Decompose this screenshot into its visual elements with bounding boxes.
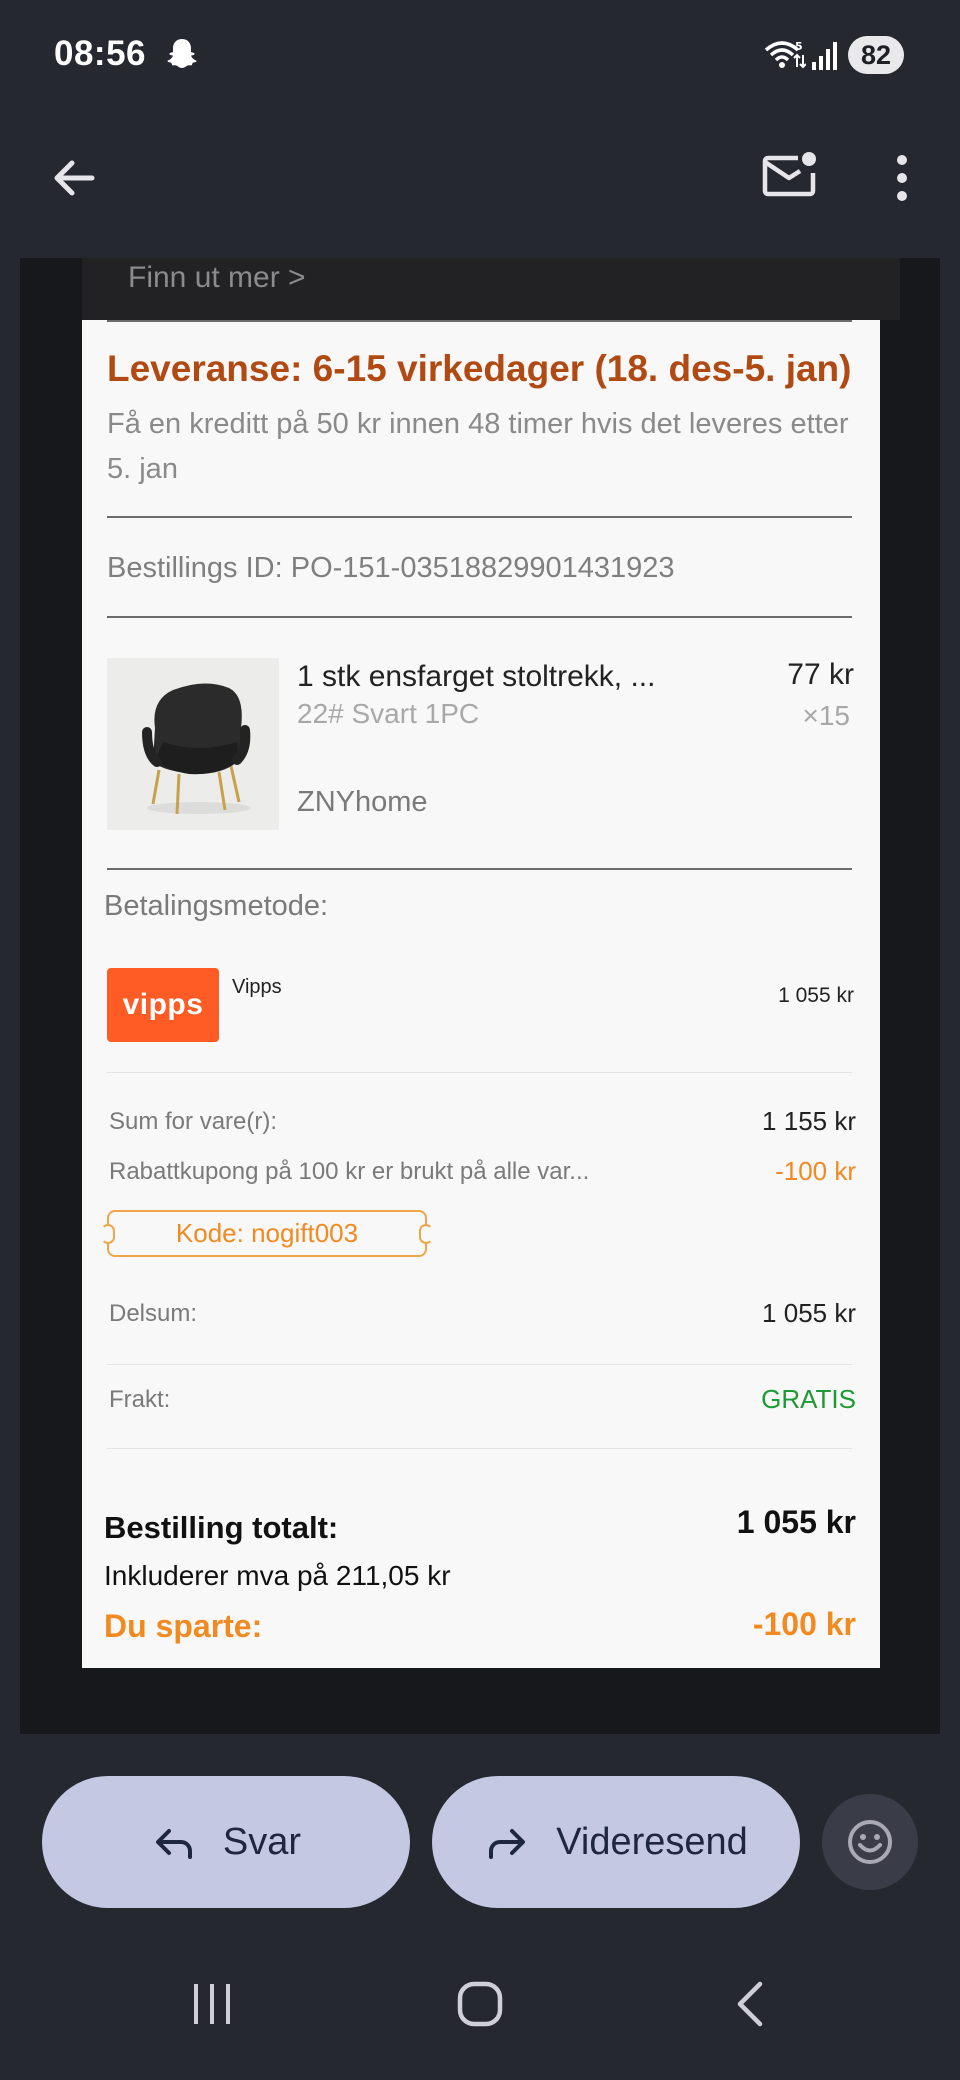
saved-value: -100 kr: [752, 1606, 856, 1642]
forward-label: Videresend: [556, 1820, 748, 1863]
items-sum-value: 1 155 kr: [762, 1106, 856, 1136]
email-body[interactable]: Finn ut mer > Leveranse: 6-15 virkedager…: [20, 258, 940, 1734]
system-nav-bar: [0, 1930, 960, 2080]
status-time: 08:56: [54, 34, 147, 73]
payment-method-name: Vipps: [232, 976, 282, 998]
reply-button[interactable]: Svar: [42, 1776, 410, 1908]
nav-back-icon[interactable]: [730, 1980, 770, 2028]
delivery-title: Leveranse: 6-15 virkedager (18. des-5. j…: [107, 348, 852, 389]
coupon-notch: [419, 1224, 433, 1244]
items-sum-label: Sum for vare(r):: [109, 1108, 278, 1135]
product-seller: ZNYhome: [297, 786, 428, 818]
forward-button[interactable]: Videresend: [432, 1776, 800, 1908]
payment-amount: 1 055 kr: [778, 984, 854, 1007]
wifi-icon: 5: [764, 40, 806, 69]
signal-icon: [812, 42, 837, 70]
promo-strip: Finn ut mer >: [82, 258, 900, 320]
forward-icon: [489, 1829, 526, 1859]
mark-unread-icon[interactable]: [760, 146, 820, 206]
coupon-notch: [101, 1224, 115, 1244]
reply-icon: [155, 1829, 192, 1859]
subtotal-value: 1 055 kr: [762, 1298, 856, 1328]
order-card: Leveranse: 6-15 virkedager (18. des-5. j…: [82, 320, 880, 1668]
back-arrow-icon[interactable]: [46, 150, 102, 206]
order-total-value: 1 055 kr: [736, 1504, 856, 1540]
product-price: 77 kr: [787, 658, 854, 691]
divider: [107, 616, 852, 618]
emoji-reaction-button[interactable]: [822, 1794, 918, 1890]
svg-text:5: 5: [795, 40, 803, 53]
payment-heading: Betalingsmetode:: [104, 890, 329, 922]
action-bar: Svar Videresend: [0, 1734, 960, 1930]
battery-indicator: 82: [848, 36, 904, 74]
subtotal-label: Delsum:: [109, 1300, 198, 1327]
smiley-icon: [848, 1820, 892, 1864]
recent-apps-icon[interactable]: [190, 1982, 234, 2026]
coupon-code: Kode: nogift003: [175, 1218, 359, 1248]
product-image[interactable]: [107, 658, 279, 830]
divider: [107, 1072, 852, 1073]
more-vertical-icon[interactable]: [880, 148, 924, 208]
divider: [107, 1364, 852, 1365]
saved-label: Du sparte:: [104, 1608, 263, 1644]
vipps-logo: vipps: [107, 968, 219, 1042]
order-id: Bestillings ID: PO-151-03518829901431923: [107, 552, 675, 584]
product-title[interactable]: 1 stk ensfarget stoltrekk, ...: [297, 660, 655, 694]
divider: [107, 1448, 852, 1449]
home-icon[interactable]: [456, 1980, 504, 2028]
product-quantity: ×15: [802, 700, 851, 731]
status-bar: 08:56 5 82: [0, 0, 960, 110]
app-bar: [0, 110, 960, 258]
shipping-label: Frakt:: [109, 1386, 171, 1413]
chair-image: [107, 658, 279, 830]
divider: [107, 320, 852, 322]
divider: [107, 868, 852, 870]
product-variant: 22# Svart 1PC: [297, 698, 480, 729]
divider: [107, 516, 852, 518]
order-total-label: Bestilling totalt:: [104, 1510, 339, 1545]
vat-note: Inkluderer mva på 211,05 kr: [104, 1560, 451, 1591]
learn-more-link[interactable]: Finn ut mer >: [128, 258, 306, 298]
coupon-value: -100 kr: [775, 1156, 856, 1186]
shipping-value: GRATIS: [761, 1384, 856, 1414]
snapchat-ghost-icon: [167, 39, 197, 68]
coupon-code-tag: Kode: nogift003: [101, 1210, 433, 1257]
coupon-label: Rabattkupong på 100 kr er brukt på alle …: [109, 1158, 590, 1185]
delivery-note: Få en kreditt på 50 kr innen 48 timer hv…: [107, 408, 849, 485]
reply-label: Svar: [222, 1820, 302, 1863]
